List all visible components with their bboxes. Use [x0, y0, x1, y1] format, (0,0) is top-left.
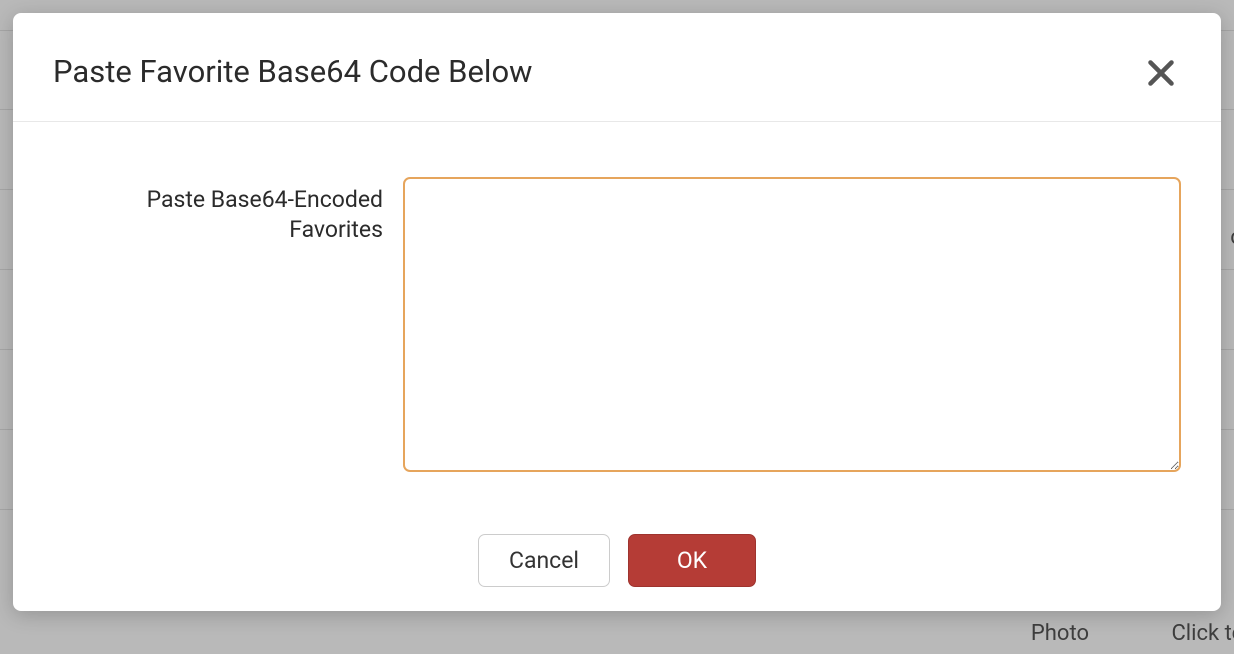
close-icon — [1143, 55, 1179, 91]
base64-label: Paste Base64-Encoded Favorites — [53, 177, 383, 476]
cancel-button[interactable]: Cancel — [478, 534, 610, 587]
modal-header: Paste Favorite Base64 Code Below — [13, 13, 1221, 122]
ok-button[interactable]: OK — [628, 534, 756, 587]
modal-body: Paste Base64-Encoded Favorites — [13, 122, 1221, 506]
textarea-wrapper — [403, 177, 1181, 476]
base64-textarea[interactable] — [403, 177, 1181, 472]
modal-title: Paste Favorite Base64 Code Below — [53, 53, 532, 90]
paste-favorite-modal: Paste Favorite Base64 Code Below Paste B… — [13, 13, 1221, 611]
modal-footer: Cancel OK — [13, 506, 1221, 617]
close-button[interactable] — [1141, 53, 1181, 93]
